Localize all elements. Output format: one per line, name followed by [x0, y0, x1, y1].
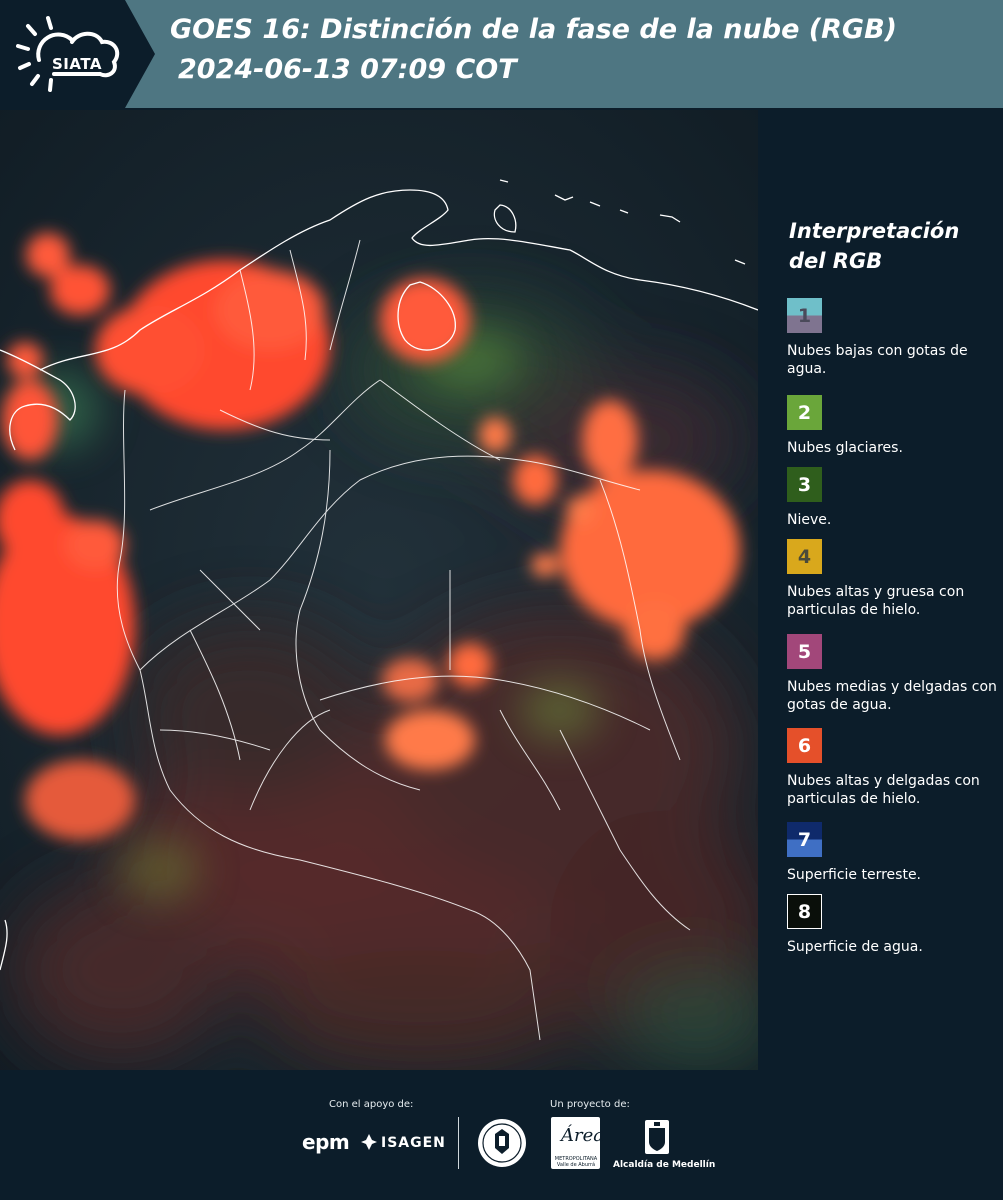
legend-number: 6 [797, 734, 812, 757]
legend-label: Nubes altas y delgadas con particulas de… [787, 773, 980, 807]
legend-label: Nieve. [787, 512, 832, 528]
logo-text: SIATA [52, 55, 103, 73]
legend-swatch: 3 [787, 467, 822, 502]
alcaldia-crest-icon [645, 1120, 669, 1154]
legend-swatch: 7 [787, 822, 822, 857]
legend-number: 2 [797, 401, 812, 424]
legend-item: 6 Nubes altas y delgadas con particulas … [787, 728, 1002, 808]
legend-label: Superficie de agua. [787, 939, 923, 955]
alcaldia-label: Alcaldía de Medellín [613, 1160, 716, 1170]
timestamp: 2024-06-13 07:09 COT [178, 54, 517, 85]
footer-divider [458, 1117, 459, 1169]
area-logo-word: Área [561, 1125, 604, 1146]
legend-label: Nubes glaciares. [787, 440, 903, 456]
legend-number: 4 [797, 545, 812, 568]
epm-logo: epm [302, 1130, 350, 1154]
legend-label: Nubes bajas con gotas de agua. [787, 343, 968, 377]
sun-cloud-icon [16, 16, 120, 92]
legend-number: 7 [797, 828, 812, 851]
legend-number: 1 [797, 304, 812, 327]
legend-label: Superficie terreste. [787, 867, 922, 883]
legend-item: 5 Nubes medias y delgadas con gotas de a… [787, 634, 1002, 714]
support-label: Con el apoyo de: [329, 1099, 414, 1110]
project-label: Un proyecto de: [550, 1099, 630, 1110]
area-logo-subtitle: METROPOLITANA Valle de Aburrá [554, 1156, 598, 1168]
isagen-icon [361, 1134, 377, 1150]
legend-number: 5 [797, 640, 812, 663]
legend-item: 3 Nieve. [787, 467, 1002, 529]
siata-logo: SIATA [14, 12, 126, 96]
legend-panel: Interpretación del RGB 1 Nubes bajas con… [758, 110, 1003, 1070]
legend-swatch: 6 [787, 728, 822, 763]
legend-swatch: 2 [787, 395, 822, 430]
legend-item: 8 Superficie de agua. [787, 894, 1002, 956]
legend-title: Interpretación del RGB [789, 219, 960, 273]
legend-swatch: 1 [787, 298, 822, 333]
legend-swatch: 4 [787, 539, 822, 574]
legend-item: 1 Nubes bajas con gotas de agua. [787, 298, 1002, 378]
header: SIATA GOES 16: Distinción de la fase de … [0, 0, 1003, 108]
map-image [0, 110, 758, 1070]
legend-item: 4 Nubes altas y gruesa con particulas de… [787, 539, 1002, 619]
legend-swatch: 8 [787, 894, 822, 929]
isagen-logo: ISAGEN [381, 1135, 446, 1151]
legend-swatch: 5 [787, 634, 822, 669]
seal-icon [478, 1119, 526, 1167]
legend-label: Nubes medias y delgadas con gotas de agu… [787, 679, 997, 713]
legend-item: 2 Nubes glaciares. [787, 395, 1002, 457]
satellite-map [0, 110, 758, 1070]
page-title: GOES 16: Distinción de la fase de la nub… [170, 14, 897, 45]
footer: Con el apoyo de: Un proyecto de: epm ISA… [0, 1070, 1003, 1200]
legend-number: 8 [797, 900, 812, 923]
legend-item: 7 Superficie terreste. [787, 822, 1002, 884]
legend-label: Nubes altas y gruesa con particulas de h… [787, 584, 965, 618]
legend-number: 3 [797, 473, 812, 496]
